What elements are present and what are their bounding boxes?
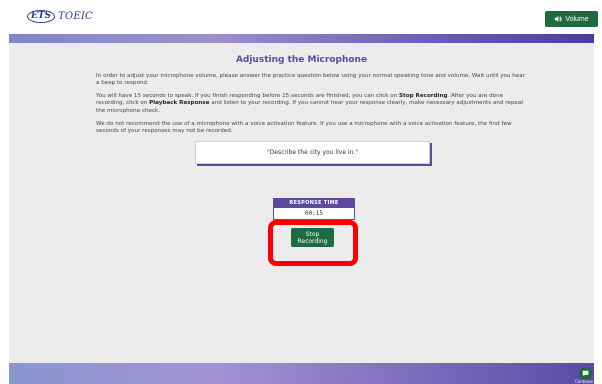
top-gradient-stripe (9, 34, 594, 43)
paragraph2-bold-playback: Playback Response (149, 100, 210, 107)
volume-label: Volume (565, 15, 589, 23)
chat-icon (582, 370, 589, 377)
logo-ets-text: ETS (27, 9, 56, 23)
volume-button[interactable]: Volume (545, 11, 598, 27)
logo-toeic-text: TOEIC (58, 10, 93, 22)
ets-toeic-logo: ETS TOEIC (27, 9, 93, 23)
speaker-icon (555, 16, 562, 22)
response-time-panel: RESPONSE TIME 00:15 (273, 198, 355, 220)
practice-question-box: "Describe the city you live in." (195, 141, 430, 164)
response-time-header: RESPONSE TIME (274, 199, 354, 208)
response-time-value: 00:15 (304, 210, 324, 217)
instructions-paragraph-1: In order to adjust your microphone volum… (96, 73, 525, 87)
page-title: Adjusting the Microphone (235, 55, 368, 65)
paragraph2-text-1: You will have 15 seconds to speak. If yo… (96, 93, 400, 99)
paragraph2-bold-stop: Stop Recording (399, 93, 448, 99)
top-bar: ETS TOEIC Volume (9, 0, 598, 34)
instructions-paragraph-2: You will have 15 seconds to speak. If yo… (96, 93, 526, 115)
continue-label: Continue (575, 379, 593, 384)
bottom-gradient-stripe (9, 363, 594, 384)
highlight-box (268, 220, 358, 266)
instructions-paragraph-3: We do not recommend the use of a microph… (96, 121, 512, 135)
practice-question-text: "Describe the city you live in." (266, 149, 359, 156)
